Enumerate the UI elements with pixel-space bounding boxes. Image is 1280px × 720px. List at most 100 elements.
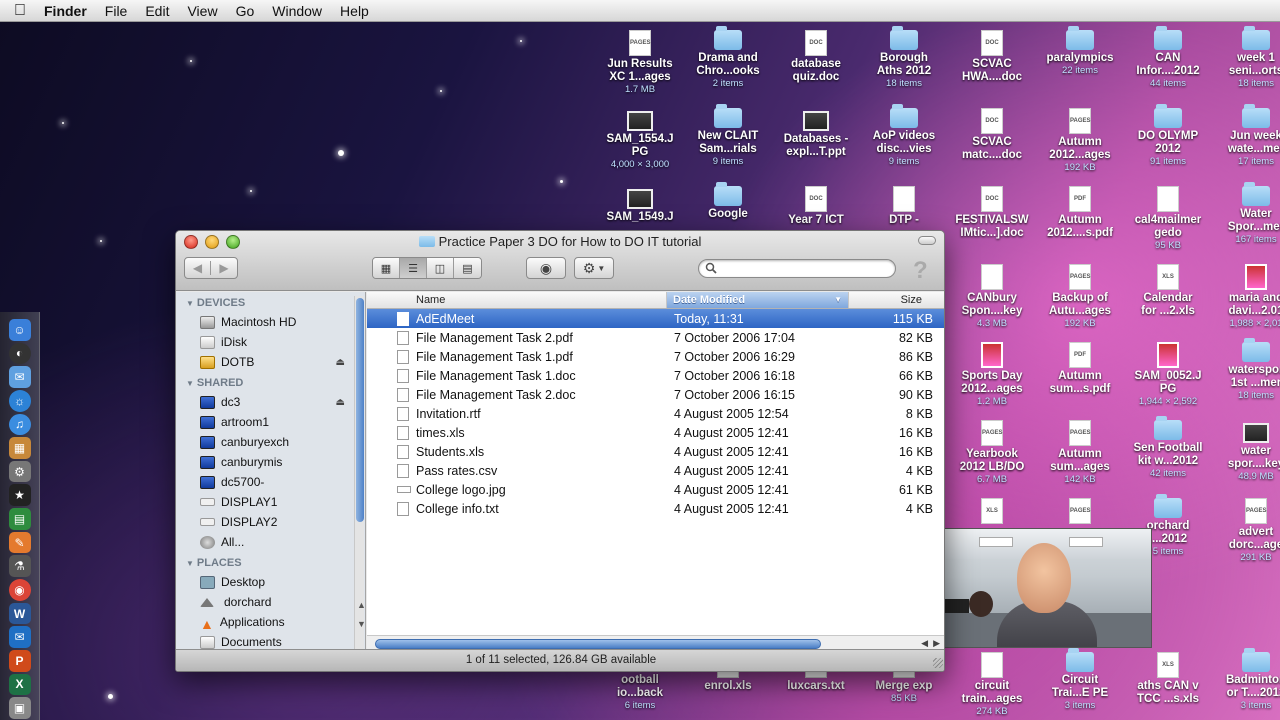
menu-edit[interactable]: Edit	[136, 3, 178, 19]
desktop-item[interactable]: Water Spor...mer 167 items	[1214, 182, 1280, 245]
sidebar-scrollbar[interactable]	[354, 296, 364, 651]
search-input[interactable]	[698, 259, 896, 278]
scroll-down-arrow-icon[interactable]: ▼	[357, 619, 366, 629]
safari-dock-icon[interactable]: ☼	[8, 389, 31, 412]
desktop-item[interactable]: Circuit Trai...E PE 3 items	[1038, 648, 1122, 711]
desktop-item[interactable]	[1038, 498, 1122, 526]
desktop-item[interactable]: Year 7 ICT	[774, 186, 858, 227]
sidebar-section-places[interactable]: ▼ PLACES	[176, 552, 365, 572]
desktop-item[interactable]: SAM_1554.J PG 4,000 × 3,000	[598, 108, 682, 170]
desktop-item[interactable]: DTP -	[862, 186, 946, 227]
iphoto-dock-icon[interactable]: ▦	[8, 437, 31, 459]
menu-view[interactable]: View	[178, 3, 226, 19]
menu-file[interactable]: File	[96, 3, 137, 19]
sidebar-item-all[interactable]: All...	[176, 532, 365, 552]
scroll-up-arrow-icon[interactable]: ▲	[357, 600, 366, 610]
sidebar-item-display1[interactable]: DISPLAY1	[176, 492, 365, 512]
resize-handle[interactable]	[933, 658, 943, 668]
sidebar-item-desktop[interactable]: Desktop	[176, 572, 365, 592]
menu-go[interactable]: Go	[227, 3, 264, 19]
menu-help[interactable]: Help	[331, 3, 378, 19]
desktop-item[interactable]: Databases - expl...T.ppt	[774, 108, 858, 159]
desktop-item[interactable]: Google	[686, 182, 770, 221]
desktop-item[interactable]: SCVAC matc....doc	[950, 108, 1034, 162]
sidebar-item-dc3[interactable]: dc3 ⏏	[176, 392, 365, 412]
desktop-item[interactable]: database quiz.doc	[774, 30, 858, 84]
desktop-item[interactable]: Calendar for ...2.xls	[1126, 264, 1210, 318]
sidebar-item-dotb[interactable]: DOTB ⏏	[176, 352, 365, 372]
sidebar-item-dc5700[interactable]: dc5700-	[176, 472, 365, 492]
forward-arrow-icon[interactable]: ▶	[211, 261, 237, 275]
desktop-item[interactable]: Backup of Autu...ages192 KB	[1038, 264, 1122, 329]
desktop-item[interactable]: water spor....key 48.9 MB	[1214, 420, 1280, 482]
desktop-item[interactable]: circuit train...ages 274 KB	[950, 652, 1034, 717]
desktop-item[interactable]: aths CAN v TCC ...s.xls	[1126, 652, 1210, 706]
numbers-dock-icon[interactable]: ▤	[8, 508, 31, 530]
sidebar-item-display2[interactable]: DISPLAY2	[176, 512, 365, 532]
column-header-name[interactable]: Name	[367, 292, 667, 308]
eject-icon[interactable]: ⏏	[336, 357, 345, 368]
table-row[interactable]: File Management Task 2.pdf 7 October 2006…	[367, 328, 944, 347]
desktop-item[interactable]: Autumn 2012....s.pdf	[1038, 186, 1122, 240]
column-view-icon[interactable]: ◫	[427, 258, 454, 278]
scroll-right-arrow-icon[interactable]: ▶	[933, 638, 940, 649]
desktop-item[interactable]: cal4mailmer gedo 95 KB	[1126, 186, 1210, 251]
desktop-item[interactable]: FESTIVALSW IMtic...].doc	[950, 186, 1034, 240]
desktop-item[interactable]: advert dorc...age291 KB	[1214, 498, 1280, 563]
dashboard-dock-icon[interactable]: ◐	[8, 342, 31, 365]
desktop-item[interactable]: CAN Infor....2012 44 items	[1126, 26, 1210, 89]
sidebar-item-idisk[interactable]: iDisk	[176, 332, 365, 352]
desktop-item[interactable]: New CLAIT Sam...rials 9 items	[686, 104, 770, 167]
horizontal-scroll-thumb[interactable]	[375, 639, 821, 649]
desktop-item[interactable]: Yearbook 2012 LB/DO6.7 MB	[950, 420, 1034, 485]
preview-dock-icon[interactable]: ▣	[8, 697, 31, 719]
sidebar-item-artroom1[interactable]: artroom1	[176, 412, 365, 432]
table-row[interactable]: File Management Task 1.pdf 7 October 2006…	[367, 347, 944, 366]
table-row[interactable]: File Management Task 1.doc 7 October 2006…	[367, 366, 944, 385]
pages-dock-icon[interactable]: ✎	[8, 531, 31, 554]
desktop-item[interactable]: maria and davi...2.01 1,988 × 2,01	[1214, 264, 1280, 329]
desktop-item[interactable]: SCVAC HWA....doc	[950, 30, 1034, 84]
desktop-item[interactable]: Autumn sum...ages142 KB	[1038, 420, 1122, 485]
icon-view-icon[interactable]: ▦	[373, 258, 400, 278]
eject-icon[interactable]: ⏏	[336, 397, 345, 408]
quick-look-button[interactable]: ◉	[526, 257, 566, 279]
chrome-dock-icon[interactable]: ◉	[8, 579, 31, 601]
desktop-item[interactable]: Borough Aths 2012 18 items	[862, 26, 946, 89]
itunes-dock-icon[interactable]: ♫	[8, 413, 31, 436]
finder-dock-icon[interactable]: ☺	[8, 319, 31, 341]
desktop-item[interactable]: Drama and Chro...ooks 2 items	[686, 26, 770, 89]
desktop-item[interactable]: waterspor 1st ...mer 18 items	[1214, 338, 1280, 401]
desktop-item[interactable]: Sports Day 2012...ages 1.2 MB	[950, 342, 1034, 407]
sidebar-item-dorchard[interactable]: dorchard	[176, 592, 365, 612]
apple-menu-icon[interactable]: 	[0, 2, 40, 20]
preferences-dock-icon[interactable]: ⚙	[8, 460, 31, 483]
table-row[interactable]: Pass rates.csv 4 August 2005 12:41 4 KB	[367, 461, 944, 480]
sidebar-item-canburymis[interactable]: canburymis	[176, 452, 365, 472]
coverflow-view-icon[interactable]: ▤	[454, 258, 481, 278]
table-row[interactable]: File Management Task 2.doc 7 October 2006…	[367, 385, 944, 404]
table-row[interactable]: College logo.jpg 4 August 2005 12:41 61 KB	[367, 480, 944, 499]
scroll-left-arrow-icon[interactable]: ◀	[921, 638, 928, 649]
sidebar-section-devices[interactable]: ▼ DEVICES	[176, 292, 365, 312]
sidebar-item-canburyexch[interactable]: canburyexch	[176, 432, 365, 452]
outlook-dock-icon[interactable]: ✉	[8, 626, 31, 648]
utility-dock-icon[interactable]: ⚗	[8, 555, 31, 578]
powerpoint-dock-icon[interactable]: P	[8, 649, 31, 672]
toolbar-toggle-button[interactable]	[918, 236, 936, 245]
table-row[interactable]: AdEdMeet Today, 11:31 115 KB	[367, 309, 944, 328]
desktop-item[interactable]: SAM_0052.J PG 1,944 × 2,592	[1126, 342, 1210, 407]
menu-window[interactable]: Window	[263, 3, 331, 19]
desktop-item[interactable]: Badminton or T....20123 items	[1214, 648, 1280, 711]
title-bar[interactable]: Practice Paper 3 DO for How to DO IT tut…	[176, 231, 944, 291]
excel-dock-icon[interactable]: X	[8, 673, 31, 696]
desktop-item[interactable]: paralympics 22 items	[1038, 26, 1122, 76]
desktop-item[interactable]: CANbury Spon....key 4.3 MB	[950, 264, 1034, 329]
desktop-item[interactable]: Sen Football kit w...2012 42 items	[1126, 416, 1210, 479]
column-header-size[interactable]: Size	[849, 292, 928, 308]
list-view-icon[interactable]: ☰	[400, 258, 427, 278]
action-menu-button[interactable]: ⚙ ▼	[574, 257, 614, 279]
table-row[interactable]: College info.txt 4 August 2005 12:41 4 KB	[367, 499, 944, 518]
menu-finder[interactable]: Finder	[40, 3, 96, 19]
sidebar-item-macintosh-hd[interactable]: Macintosh HD	[176, 312, 365, 332]
